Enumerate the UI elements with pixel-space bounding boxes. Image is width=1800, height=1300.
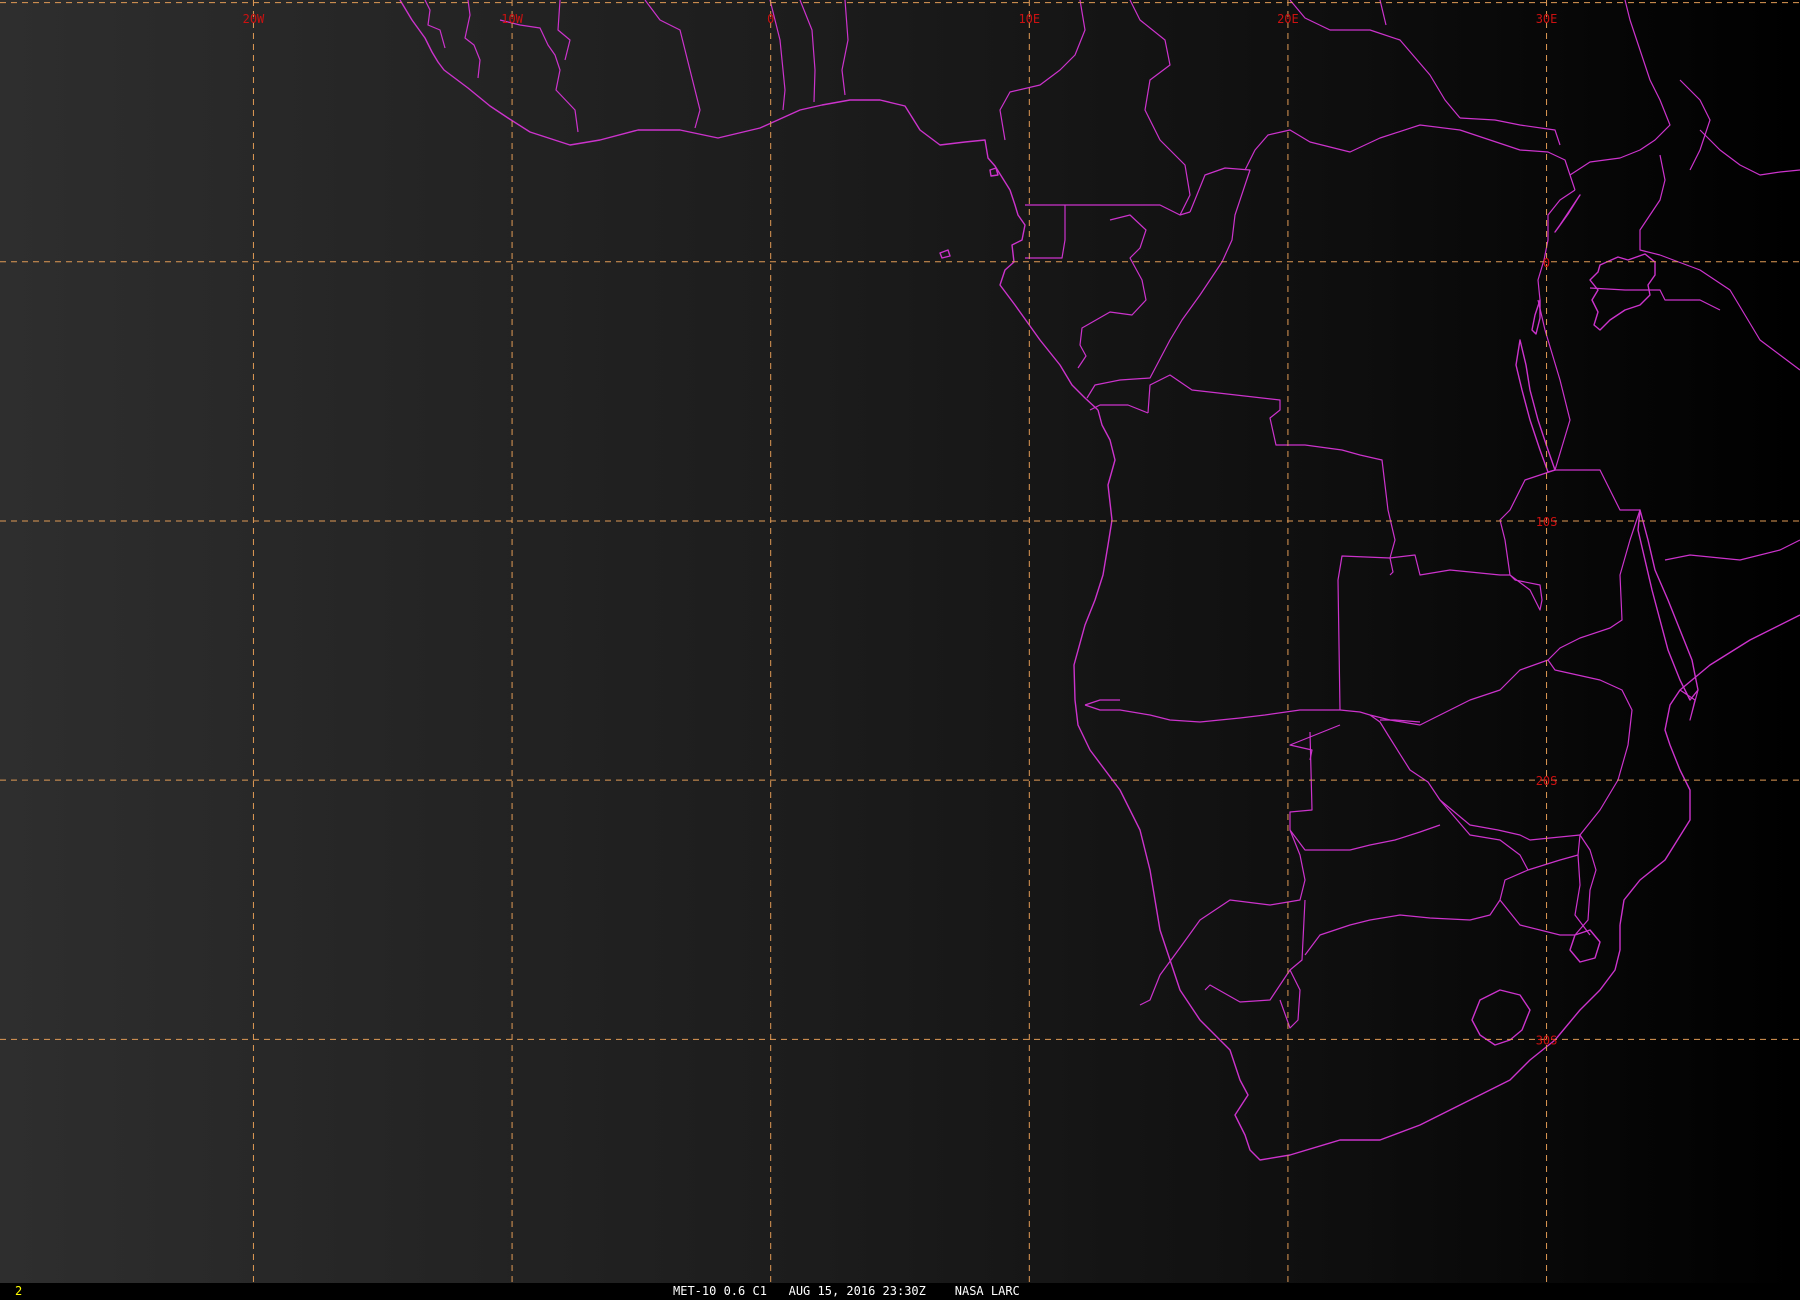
satellite-map[interactable]: 20W 10W 0 10E 20E 30E 0 10S 20S 30S xyxy=(0,0,1800,1283)
satellite-image-viewer: 20W 10W 0 10E 20E 30E 0 10S 20S 30S 2 MET-10 0.6 … xyxy=(0,0,1800,1300)
meridian-label: 0 xyxy=(767,12,774,26)
meridian-label: 20W xyxy=(243,12,265,26)
meridian-label: 10E xyxy=(1018,12,1040,26)
image-caption: MET-10 0.6 C1 AUG 15, 2016 23:30Z NASA L… xyxy=(673,1284,1020,1298)
parallel-label: 30S xyxy=(1536,1033,1558,1047)
satellite-imagery-background xyxy=(0,0,1800,1283)
meridian-label: 10W xyxy=(501,12,523,26)
parallel-label: 0 xyxy=(1543,256,1550,270)
image-status-bar: 2 MET-10 0.6 C1 AUG 15, 2016 23:30Z NASA… xyxy=(0,1283,1800,1300)
meridian-label: 30E xyxy=(1536,12,1558,26)
meridian-label: 20E xyxy=(1277,12,1299,26)
frame-number: 2 xyxy=(15,1284,23,1298)
parallel-label: 20S xyxy=(1536,774,1558,788)
parallel-label: 10S xyxy=(1536,515,1558,529)
